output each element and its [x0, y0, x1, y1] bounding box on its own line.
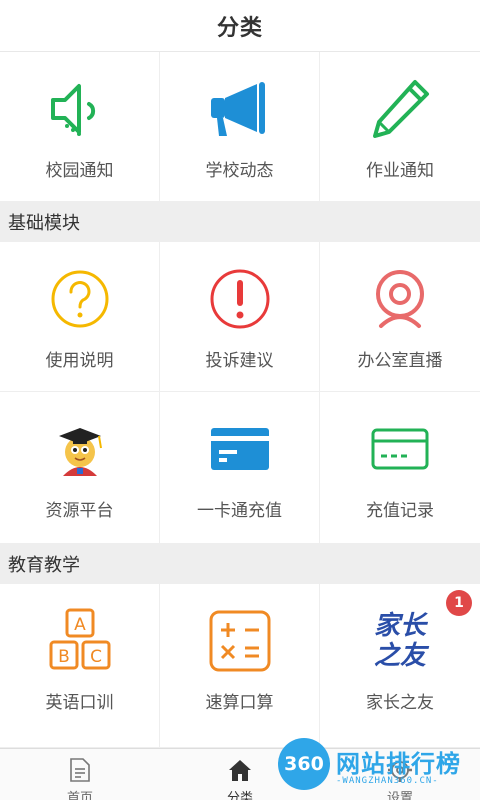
tile-label: 作业通知: [366, 161, 434, 181]
bottom-nav: 首页 分类 设置: [0, 748, 480, 800]
tile-label: 校园通知: [45, 161, 114, 181]
section-title: 基础模块: [8, 213, 80, 234]
grid-row-3: 资源平台 一卡通充值 充值记录: [0, 392, 480, 544]
tile-label: 充值记录: [366, 501, 434, 521]
logo-text-top: 家长: [373, 611, 426, 641]
question-icon: [45, 264, 115, 334]
tile-campus-notice[interactable]: 校园通知: [0, 52, 160, 201]
gear-icon: [386, 757, 414, 783]
grid-row-2: 使用说明 投诉建议 办公室直播: [0, 242, 480, 392]
webcam-icon: [365, 264, 435, 334]
section-header-education: 教育教学: [0, 544, 480, 584]
nav-settings[interactable]: 设置: [320, 749, 480, 800]
nav-category[interactable]: 分类: [160, 749, 320, 800]
tile-card-recharge[interactable]: 一卡通充值: [160, 392, 320, 543]
tile-complaint-suggestion[interactable]: 投诉建议: [160, 242, 320, 391]
grid-row-4: A B C 英语口训 速算口算 1 家长 之友 家长之友: [0, 584, 480, 748]
tile-resource-platform[interactable]: 资源平台: [0, 392, 160, 543]
tile-quick-math[interactable]: 速算口算: [160, 584, 320, 747]
tile-user-guide[interactable]: 使用说明: [0, 242, 160, 391]
tile-label: 投诉建议: [205, 351, 274, 371]
tile-label: 一卡通充值: [197, 501, 282, 521]
nav-label: 首页: [66, 791, 93, 800]
tile-english-oral[interactable]: A B C 英语口训: [0, 584, 160, 747]
nav-label: 分类: [226, 791, 253, 800]
tile-school-news[interactable]: 学校动态: [160, 52, 320, 201]
calculator-icon: [205, 606, 275, 676]
exclamation-icon: [205, 264, 275, 334]
tile-label: 速算口算: [205, 693, 274, 713]
tile-label: 使用说明: [45, 351, 114, 371]
tile-office-live[interactable]: 办公室直播: [320, 242, 480, 391]
pencil-icon: [365, 74, 435, 144]
title-bar: 分类: [0, 0, 480, 52]
svg-text:B: B: [58, 647, 70, 667]
tile-parent-friend[interactable]: 1 家长 之友 家长之友: [320, 584, 480, 747]
section-title: 教育教学: [8, 555, 80, 576]
tile-homework-notice[interactable]: 作业通知: [320, 52, 480, 201]
logo-text-bottom: 之友: [373, 641, 426, 671]
card-outline-icon: [365, 414, 435, 484]
tile-label: 办公室直播: [357, 351, 443, 371]
nav-label: 设置: [386, 791, 413, 800]
tile-recharge-record[interactable]: 充值记录: [320, 392, 480, 543]
notification-badge: 1: [446, 590, 472, 616]
card-icon: [205, 414, 275, 484]
section-header-basic: 基础模块: [0, 202, 480, 242]
tile-label: 资源平台: [45, 501, 114, 521]
tile-label: 学校动态: [205, 161, 274, 181]
graduate-mascot-icon: [45, 414, 115, 484]
svg-text:C: C: [90, 647, 102, 667]
home-icon: [226, 757, 254, 783]
speaker-icon: [45, 74, 115, 144]
tile-label: 英语口训: [45, 693, 114, 713]
parent-logo-icon: 家长 之友: [365, 606, 435, 676]
tile-label: 家长之友: [366, 693, 434, 713]
page-title: 分类: [216, 15, 263, 41]
abc-blocks-icon: A B C: [45, 606, 115, 676]
svg-text:A: A: [74, 615, 86, 635]
megaphone-icon: [205, 74, 275, 144]
grid-row-1: 校园通知 学校动态 作业通知: [0, 52, 480, 202]
document-icon: [66, 757, 94, 783]
nav-home[interactable]: 首页: [0, 749, 160, 800]
